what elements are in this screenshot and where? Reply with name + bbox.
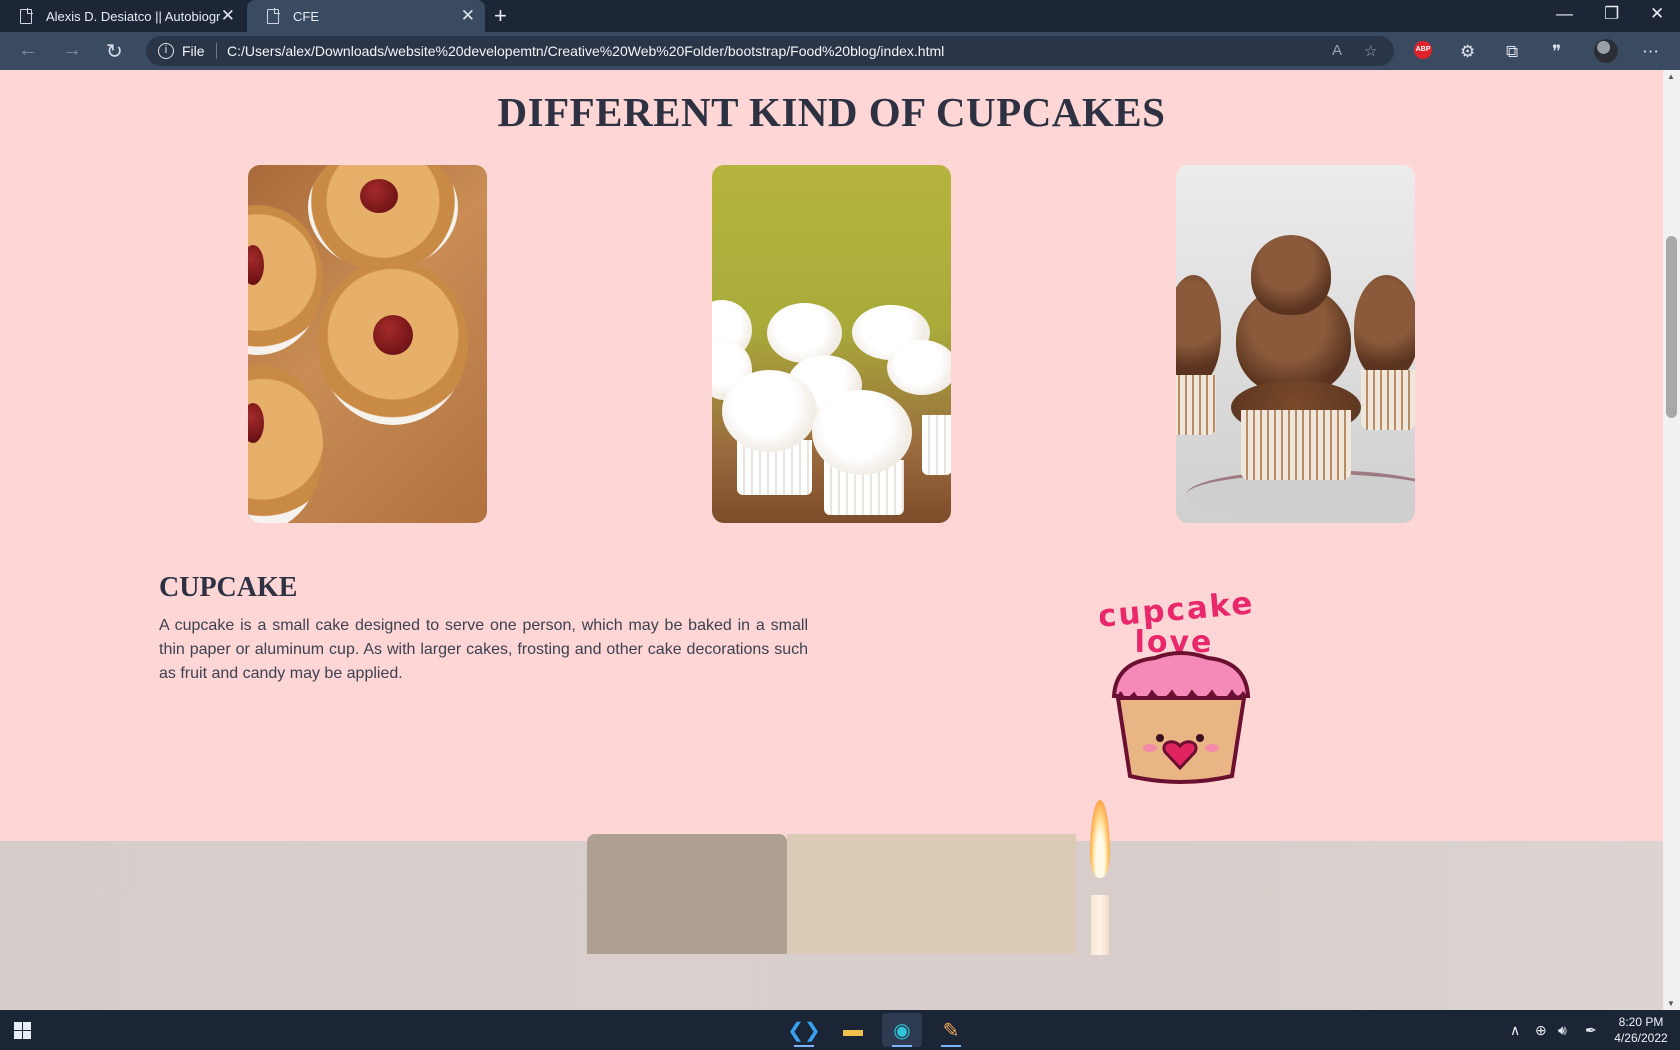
address-bar[interactable]: i File C:/Users/alex/Downloads/website%2… xyxy=(146,36,1394,66)
section-title: CUPCAKE xyxy=(159,572,298,603)
close-window-icon[interactable]: ✕ xyxy=(1650,4,1664,24)
minimize-icon[interactable]: — xyxy=(1556,4,1573,24)
collections-icon[interactable]: ⧉ xyxy=(1506,42,1518,62)
refresh-icon[interactable]: ↻ xyxy=(106,39,123,64)
back-icon[interactable]: ← xyxy=(18,39,38,62)
edge-browser-icon[interactable]: ◉ xyxy=(882,1013,922,1047)
page-heading: DIFFERENT KIND OF CUPCAKES xyxy=(497,89,1166,135)
tab-title: CFE xyxy=(293,8,319,24)
chocolate-cupcakes-photo xyxy=(1176,165,1415,523)
new-tab-button[interactable]: + xyxy=(494,3,507,29)
jam-muffins-photo xyxy=(248,165,487,523)
scroll-up-icon[interactable]: ▲ xyxy=(1667,72,1675,81)
candle xyxy=(1091,895,1109,955)
system-clock[interactable]: 8:20 PM 4/26/2022 xyxy=(1606,1014,1676,1046)
hero-board-right xyxy=(787,834,1076,954)
file-explorer-icon[interactable]: ▬ xyxy=(833,1013,873,1047)
clock-time: 8:20 PM xyxy=(1618,1015,1664,1029)
network-globe-icon[interactable]: ⊕ xyxy=(1535,1022,1547,1039)
tray-chevron-icon[interactable]: ∧ xyxy=(1510,1022,1520,1039)
cupcake-love-logo: cupcake love xyxy=(1100,585,1256,784)
tab-title: Alexis D. Desiatco || Autobiograp xyxy=(46,8,221,24)
tab-cfe[interactable]: CFE ✕ xyxy=(247,0,485,32)
adblock-icon[interactable]: ABP xyxy=(1414,41,1432,59)
taskbar: ❮❯ ▬ ◉ ✎ ∧ ⊕ 🔊︎ ✒ 8:20 PM 4/26/2022 xyxy=(0,1010,1680,1050)
url-text[interactable]: C:/Users/alex/Downloads/website%20develo… xyxy=(227,43,944,59)
extensions-icon[interactable]: ⚙ xyxy=(1460,42,1475,62)
clock-date: 4/26/2022 xyxy=(1614,1031,1668,1045)
pen-icon[interactable]: ✒ xyxy=(1585,1022,1597,1039)
tab-autobiography[interactable]: Alexis D. Desiatco || Autobiograp ✕ xyxy=(0,0,245,32)
scroll-down-icon[interactable]: ▼ xyxy=(1667,999,1675,1008)
windows-start-icon[interactable] xyxy=(14,1022,31,1039)
page-icon xyxy=(267,7,280,24)
scheme-label: File xyxy=(182,43,205,59)
hero-board-left xyxy=(587,834,787,954)
volume-icon[interactable]: 🔊︎ xyxy=(1558,1022,1567,1039)
forward-icon[interactable]: → xyxy=(62,39,82,62)
quote-icon[interactable]: ❞ xyxy=(1552,42,1561,62)
tab-strip: Alexis D. Desiatco || Autobiograp ✕ CFE … xyxy=(0,0,1680,32)
close-tab-icon[interactable]: ✕ xyxy=(461,6,475,26)
divider xyxy=(216,43,217,59)
scroll-thumb[interactable] xyxy=(1666,236,1677,418)
read-aloud-icon[interactable]: A xyxy=(1332,42,1342,59)
vertical-scrollbar[interactable]: ▲ ▼ xyxy=(1663,70,1680,1010)
logo-lettering: cupcake love xyxy=(1100,585,1256,660)
vscode-icon[interactable]: ❮❯ xyxy=(784,1013,824,1047)
profile-avatar[interactable] xyxy=(1594,39,1618,63)
restore-icon[interactable]: ❐ xyxy=(1604,4,1619,24)
info-icon[interactable]: i xyxy=(158,43,174,59)
close-tab-icon[interactable]: ✕ xyxy=(221,6,235,26)
favorite-star-icon[interactable]: ☆ xyxy=(1364,42,1377,60)
cream-cupcakes-photo xyxy=(712,165,951,523)
more-menu-icon[interactable]: ⋯ xyxy=(1642,42,1659,62)
paint-icon[interactable]: ✎ xyxy=(931,1013,971,1047)
page-icon xyxy=(20,7,33,24)
section-text: A cupcake is a small cake designed to se… xyxy=(159,617,808,682)
